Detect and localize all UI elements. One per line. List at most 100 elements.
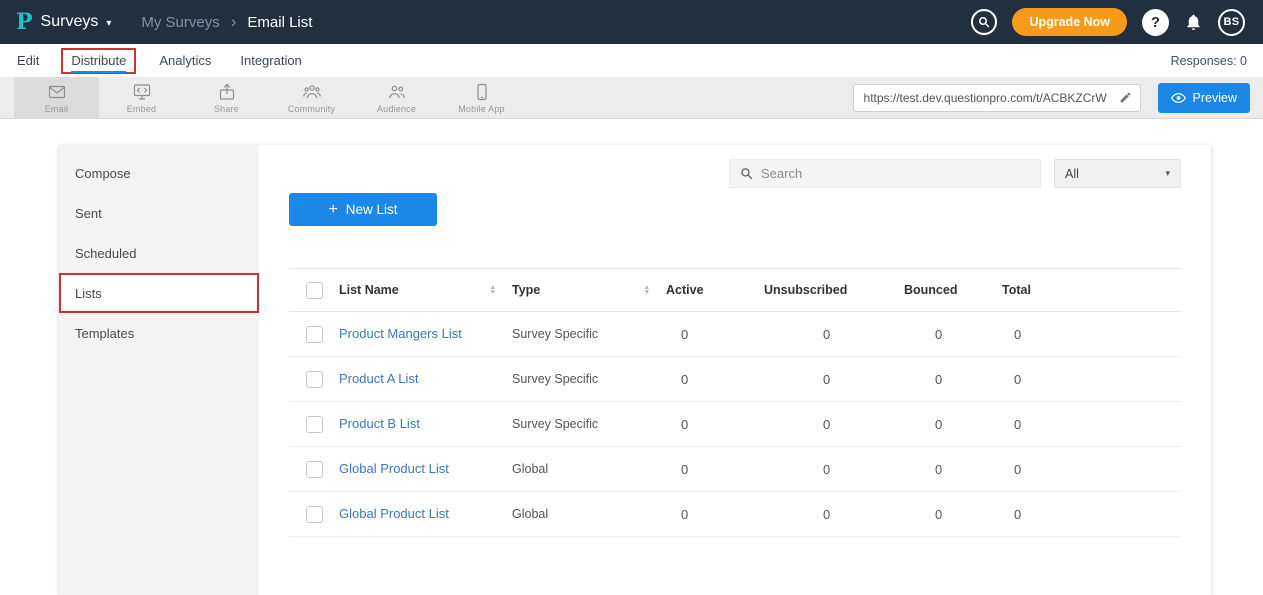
channel-email[interactable]: Email (14, 77, 99, 118)
channel-mobile-app[interactable]: Mobile App (439, 77, 524, 118)
list-type: Survey Specific (512, 417, 666, 431)
breadcrumb-parent-link[interactable]: My Surveys (141, 14, 219, 31)
user-avatar[interactable]: BS (1218, 9, 1245, 36)
questionpro-logo-icon: P (16, 9, 33, 35)
total-count: 0 (1002, 462, 1092, 477)
new-list-button[interactable]: + New List (289, 193, 437, 226)
chevron-right-icon: › (231, 12, 237, 32)
plus-icon: + (328, 202, 337, 218)
responses-count[interactable]: Responses: 0 (1171, 54, 1247, 68)
table-row: Global Product List Global 0 0 0 0 (289, 447, 1181, 492)
email-lists-card: Compose Sent Scheduled Lists Templates A… (59, 145, 1211, 595)
lists-panel: All ▾ + New List List Name ▲▼ Type ▲▼ Ac… (259, 145, 1211, 595)
edit-url-button[interactable] (1117, 89, 1134, 106)
list-type: Global (512, 462, 666, 476)
total-count: 0 (1002, 327, 1092, 342)
community-icon (301, 82, 323, 102)
channel-label: Share (214, 104, 239, 114)
channel-embed[interactable]: Embed (99, 77, 184, 118)
bell-icon (1184, 13, 1203, 32)
sidebar-item-templates[interactable]: Templates (59, 313, 259, 353)
list-name-link[interactable]: Product A List (339, 371, 419, 386)
sort-icon: ▲▼ (644, 285, 650, 296)
top-header-actions: Upgrade Now ? BS (971, 8, 1253, 36)
pencil-icon (1119, 91, 1132, 104)
upgrade-now-button[interactable]: Upgrade Now (1012, 8, 1127, 36)
channel-label: Embed (127, 104, 157, 114)
channel-audience[interactable]: Audience (354, 77, 439, 118)
help-button[interactable]: ? (1142, 9, 1169, 36)
row-checkbox[interactable] (306, 326, 323, 343)
tab-analytics[interactable]: Analytics (158, 51, 212, 70)
list-name-link[interactable]: Product Mangers List (339, 326, 462, 341)
eye-icon (1171, 92, 1186, 104)
search-icon (740, 167, 753, 180)
breadcrumb: My Surveys › Email List (141, 12, 312, 32)
chevron-down-icon: ▾ (1165, 168, 1170, 179)
survey-tabs: Edit Distribute Analytics Integration Re… (0, 44, 1263, 77)
unsubscribed-count: 0 (764, 507, 904, 522)
search-icon (978, 16, 990, 28)
chevron-down-icon: ▾ (106, 18, 111, 29)
lists-controls: All ▾ (289, 159, 1181, 188)
unsubscribed-count: 0 (764, 462, 904, 477)
sort-icon: ▲▼ (490, 285, 496, 296)
top-header-left: P Surveys ▾ My Surveys › Email List (0, 0, 312, 44)
list-name-link[interactable]: Global Product List (339, 506, 449, 521)
row-checkbox[interactable] (306, 506, 323, 523)
column-header-active: Active (666, 283, 764, 297)
table-row: Global Product List Global 0 0 0 0 (289, 492, 1181, 537)
active-count: 0 (666, 462, 764, 477)
lists-table: List Name ▲▼ Type ▲▼ Active Unsubscribed… (289, 268, 1181, 537)
tab-distribute[interactable]: Distribute (61, 48, 136, 74)
mobile-app-icon (471, 82, 493, 102)
total-count: 0 (1002, 372, 1092, 387)
sidebar-item-sent[interactable]: Sent (59, 193, 259, 233)
list-name-link[interactable]: Global Product List (339, 461, 449, 476)
email-icon (46, 82, 68, 102)
channel-label: Mobile App (458, 104, 505, 114)
search-button[interactable] (971, 9, 997, 35)
list-type-filter-dropdown[interactable]: All ▾ (1054, 159, 1181, 188)
column-header-list-name[interactable]: List Name ▲▼ (339, 283, 512, 297)
channel-label: Audience (377, 104, 416, 114)
channel-share[interactable]: Share (184, 77, 269, 118)
product-switcher[interactable]: P Surveys ▾ (0, 0, 127, 44)
channel-label: Community (288, 104, 335, 114)
active-count: 0 (666, 507, 764, 522)
list-search-input[interactable] (761, 166, 1030, 181)
email-side-nav: Compose Sent Scheduled Lists Templates (59, 145, 259, 595)
list-type: Global (512, 507, 666, 521)
table-row: Product B List Survey Specific 0 0 0 0 (289, 402, 1181, 447)
bounced-count: 0 (904, 327, 1002, 342)
distribute-channel-toolbar: Email Embed Share Community Audience Mob… (0, 77, 1263, 119)
active-count: 0 (666, 417, 764, 432)
column-header-type[interactable]: Type ▲▼ (512, 283, 666, 297)
question-mark-icon: ? (1151, 14, 1160, 31)
tab-edit[interactable]: Edit (16, 51, 40, 70)
preview-label: Preview (1193, 91, 1237, 105)
row-checkbox[interactable] (306, 416, 323, 433)
row-checkbox[interactable] (306, 461, 323, 478)
table-row: Product Mangers List Survey Specific 0 0… (289, 312, 1181, 357)
column-header-unsubscribed: Unsubscribed (764, 283, 904, 297)
survey-url-input[interactable] (864, 91, 1117, 105)
sidebar-item-lists[interactable]: Lists (59, 273, 259, 313)
notifications-button[interactable] (1184, 13, 1203, 32)
top-header: P Surveys ▾ My Surveys › Email List Upgr… (0, 0, 1263, 44)
active-count: 0 (666, 327, 764, 342)
select-all-checkbox[interactable] (306, 282, 323, 299)
channel-community[interactable]: Community (269, 77, 354, 118)
active-count: 0 (666, 372, 764, 387)
tab-integration[interactable]: Integration (239, 51, 302, 70)
unsubscribed-count: 0 (764, 417, 904, 432)
preview-button[interactable]: Preview (1158, 83, 1250, 113)
channel-label: Email (45, 104, 69, 114)
bounced-count: 0 (904, 417, 1002, 432)
sidebar-item-compose[interactable]: Compose (59, 153, 259, 193)
list-name-link[interactable]: Product B List (339, 416, 420, 431)
row-checkbox[interactable] (306, 371, 323, 388)
sidebar-item-scheduled[interactable]: Scheduled (59, 233, 259, 273)
filter-selected-value: All (1065, 167, 1079, 181)
column-header-total: Total (1002, 283, 1092, 297)
